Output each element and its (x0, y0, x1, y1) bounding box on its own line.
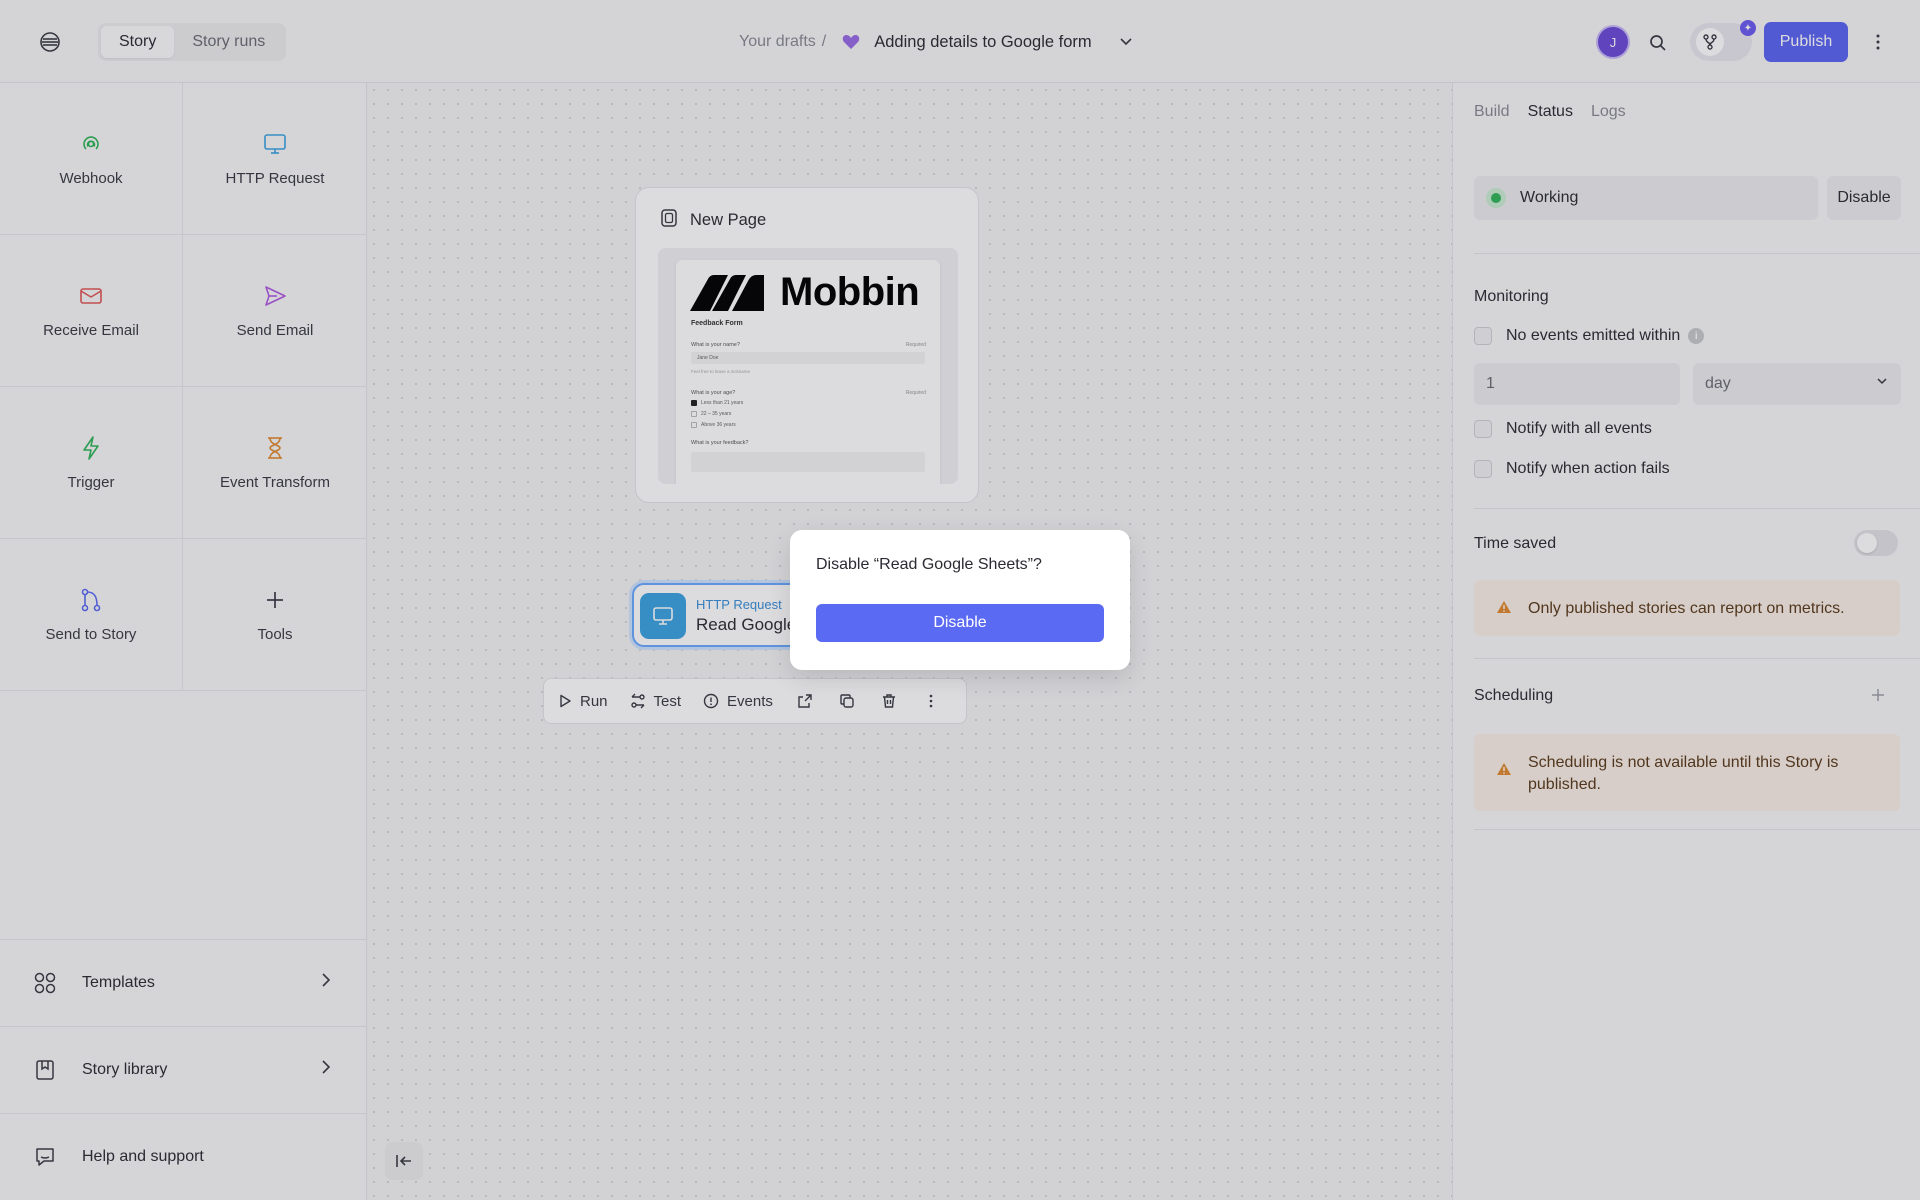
dialog-question: Disable “Read Google Sheets”? (816, 556, 1042, 573)
confirm-disable-button[interactable]: Disable (816, 604, 1104, 642)
disable-confirm-dialog: Disable “Read Google Sheets”? Disable (790, 530, 1130, 670)
